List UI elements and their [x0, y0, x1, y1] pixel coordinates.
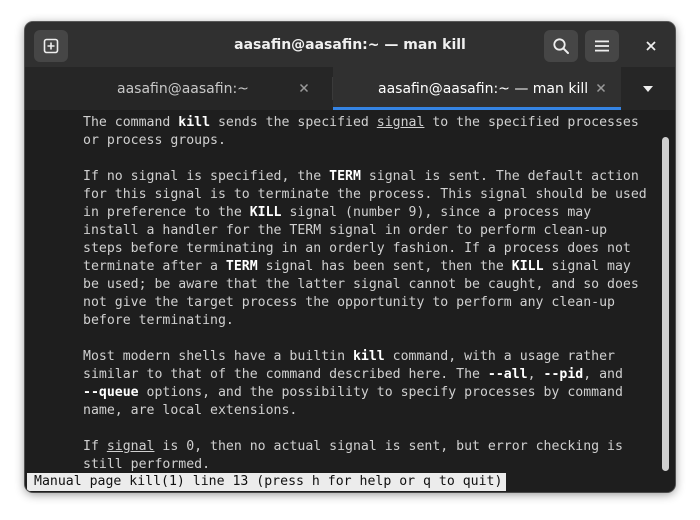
terminal-window: aasafin@aasafin:~ — man kill aasafin@aas…	[25, 22, 675, 492]
man-page-line: still performed.	[83, 456, 647, 474]
bold-text: --queue	[83, 385, 139, 400]
man-page-line: in preference to the KILL signal (number…	[83, 204, 647, 222]
text-run: is 0, then no actual signal is sent, but…	[154, 439, 623, 454]
man-page-line	[83, 420, 647, 438]
text-run: not give the target process the opportun…	[83, 295, 615, 310]
man-page-line	[83, 330, 647, 348]
text-run: or process groups.	[83, 133, 226, 148]
tab-home[interactable]: aasafin@aasafin:~	[25, 67, 332, 110]
text-run: steps before terminating in an orderly f…	[83, 241, 631, 256]
man-page-line: install a handler for the TERM signal in…	[83, 222, 647, 240]
underlined-text: signal	[106, 439, 155, 454]
bold-text: kill	[352, 349, 385, 364]
text-run: before terminating.	[83, 313, 234, 328]
text-run: signal (number 9), since a process may	[281, 205, 592, 220]
text-run: command, with a usage rather	[384, 349, 615, 364]
tabs-overview-button[interactable]	[621, 67, 675, 110]
man-page-text: The command kill sends the specified sig…	[83, 114, 647, 474]
man-page-line: Most modern shells have a builtin kill c…	[83, 348, 647, 366]
bold-text: --pid	[543, 367, 584, 382]
text-run: signal may	[543, 259, 631, 274]
chevron-down-icon	[642, 85, 654, 93]
tab-man-kill[interactable]: aasafin@aasafin:~ — man kill	[333, 67, 621, 110]
bold-text: --all	[487, 367, 528, 382]
man-page-line: be used; be aware that the latter signal…	[83, 276, 647, 294]
search-button[interactable]	[544, 30, 578, 62]
text-run: install a handler for the TERM signal in…	[83, 223, 608, 238]
text-run: similar to that of the command described…	[83, 367, 488, 382]
tab-label: aasafin@aasafin:~	[117, 81, 249, 97]
man-page-line: or process groups.	[83, 132, 647, 150]
terminal-view[interactable]: The command kill sends the specified sig…	[25, 110, 675, 492]
text-run: in preference to the	[83, 205, 250, 220]
bold-text: TERM	[329, 169, 361, 184]
text-run: be used; be aware that the latter signal…	[83, 277, 639, 292]
hamburger-menu-icon	[594, 39, 610, 53]
man-page-line: terminate after a TERM signal has been s…	[83, 258, 647, 276]
text-run: terminate after a	[83, 259, 226, 274]
man-page-line: similar to that of the command described…	[83, 366, 647, 384]
man-page-line: --queue options, and the possibility to …	[83, 384, 647, 402]
header-bar: aasafin@aasafin:~ — man kill	[25, 22, 675, 67]
close-window-button[interactable]	[634, 30, 668, 62]
text-run: for this signal is to terminate the proc…	[83, 187, 647, 202]
text-run: sends the specified	[210, 115, 377, 130]
text-run: name, are local extensions.	[83, 403, 298, 418]
man-page-line: before terminating.	[83, 312, 647, 330]
text-run: Most modern shells have a builtin	[83, 349, 353, 364]
man-page-line: If signal is 0, then no actual signal is…	[83, 438, 647, 456]
text-run: If no signal is specified, the	[83, 169, 330, 184]
text-run: signal has been sent, then the	[257, 259, 512, 274]
text-run: ,	[527, 367, 544, 382]
man-page-line: steps before terminating in an orderly f…	[83, 240, 647, 258]
text-run: , and	[583, 367, 623, 382]
text-run: signal is sent. The default action	[360, 169, 639, 184]
text-run: to the specified processes	[424, 115, 639, 130]
bold-text: KILL	[249, 205, 282, 220]
man-page-line: If no signal is specified, the TERM sign…	[83, 168, 647, 186]
text-run: If	[83, 439, 107, 454]
man-page-line: name, are local extensions.	[83, 402, 647, 420]
man-page-line	[83, 150, 647, 168]
pager-status-line: Manual page kill(1) line 13 (press h for…	[27, 473, 507, 491]
bold-text: KILL	[511, 259, 544, 274]
main-menu-button[interactable]	[585, 30, 619, 62]
close-icon	[646, 41, 656, 51]
text-run: options, and the possibility to specify …	[138, 385, 623, 400]
tab-bar: aasafin@aasafin:~ aasafin@aasafin:~ — ma…	[25, 67, 675, 110]
search-icon	[552, 37, 570, 55]
underlined-text: signal	[376, 115, 425, 130]
tab-label: aasafin@aasafin:~ — man kill	[378, 81, 589, 97]
tab-close-icon[interactable]	[593, 80, 609, 96]
man-page-line: for this signal is to terminate the proc…	[83, 186, 647, 204]
man-page-line: The command kill sends the specified sig…	[83, 114, 647, 132]
bold-text: kill	[178, 115, 211, 130]
text-run: The command	[83, 115, 179, 130]
text-run: still performed.	[83, 457, 211, 472]
tab-close-icon[interactable]	[296, 80, 312, 96]
bold-text: TERM	[225, 259, 258, 274]
man-page-line: not give the target process the opportun…	[83, 294, 647, 312]
scrollbar[interactable]	[662, 137, 669, 471]
